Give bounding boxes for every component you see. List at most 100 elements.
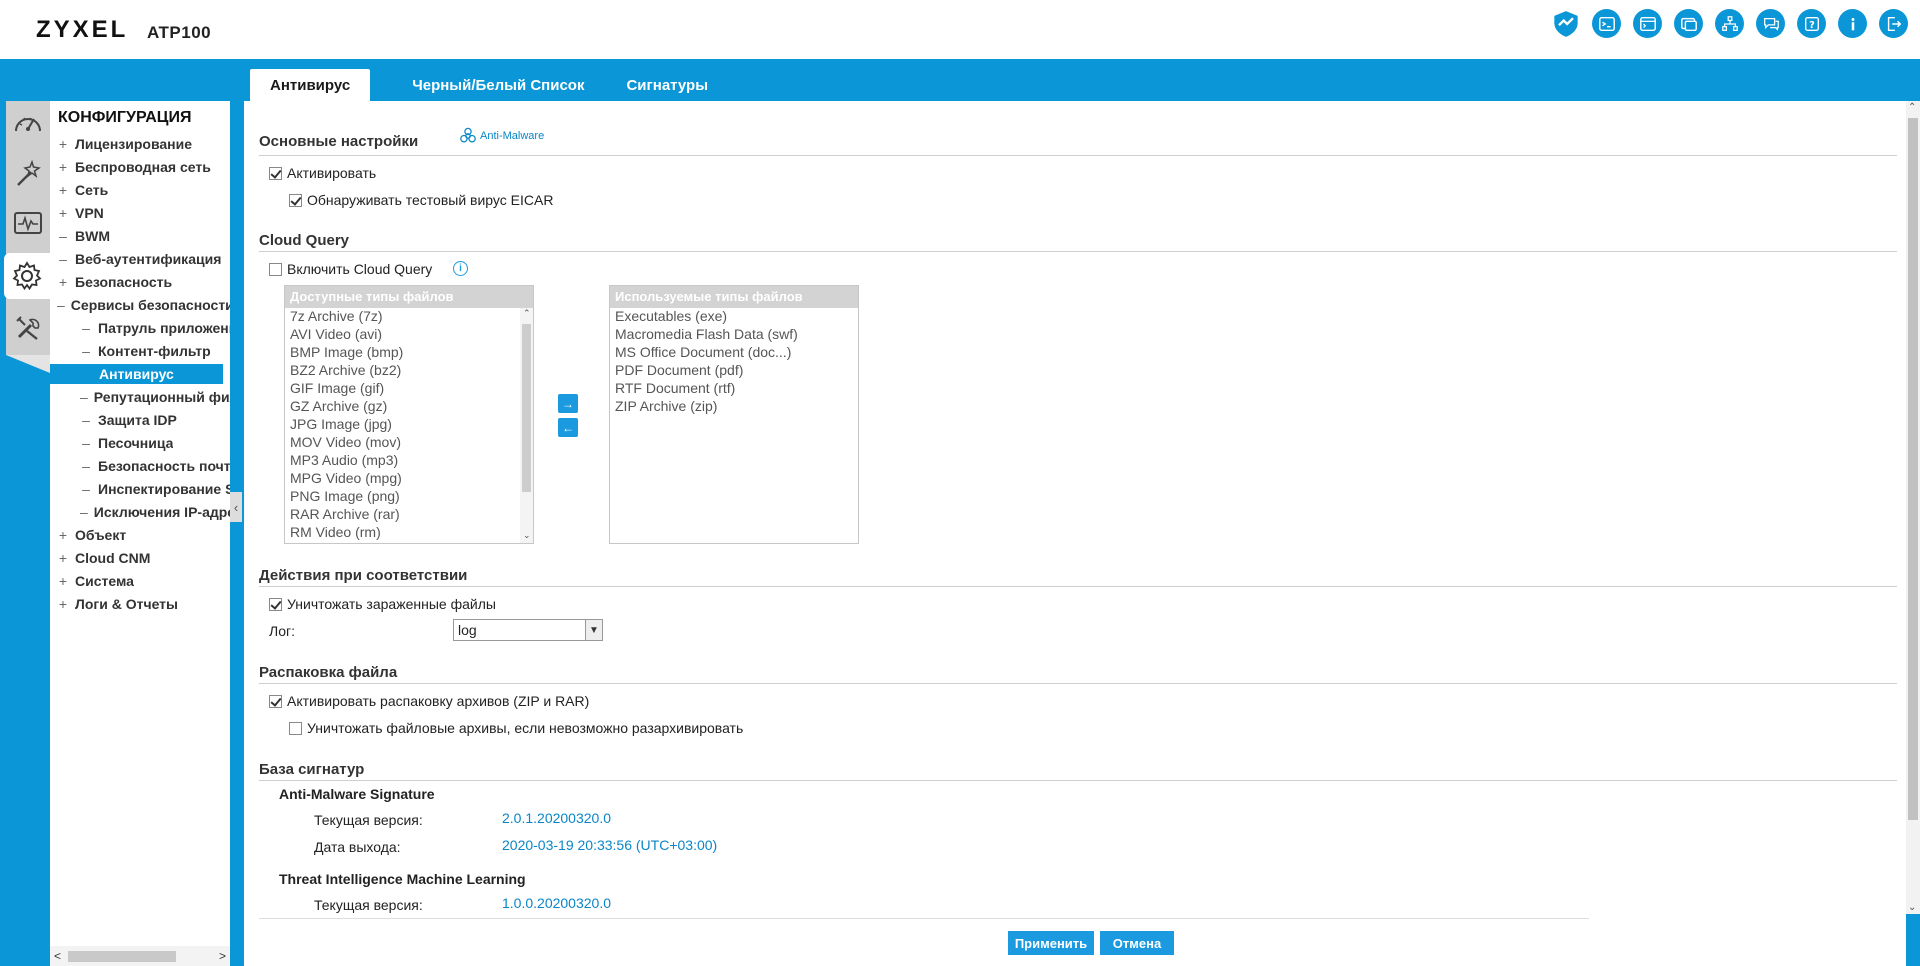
info-icon[interactable] <box>1838 9 1867 38</box>
list-item[interactable]: Executables (exe) <box>610 308 858 326</box>
shield-icon[interactable] <box>1551 9 1580 38</box>
chevron-down-icon[interactable]: ⌄ <box>523 530 531 541</box>
am-version-value: 2.0.1.20200320.0 <box>502 810 611 826</box>
checkbox-box[interactable] <box>269 166 282 180</box>
list-item[interactable]: JPG Image (jpg) <box>285 416 533 434</box>
list-item[interactable]: RTF Document (rtf) <box>610 380 858 398</box>
sidebar-item-label: Безопасность почты <box>98 458 230 474</box>
configuration-gear-icon[interactable] <box>4 253 50 299</box>
checkbox-box[interactable] <box>269 262 282 276</box>
eicar-checkbox[interactable]: Обнаруживать тестовый вирус EICAR <box>289 192 553 208</box>
list-item[interactable]: AVI Video (avi) <box>285 326 533 344</box>
divider <box>259 155 1897 156</box>
browser-window-icon[interactable] <box>1674 9 1703 38</box>
sidebar-item[interactable]: – Защита IDP <box>80 410 177 430</box>
scroll-left-icon[interactable]: < <box>54 949 61 963</box>
sidebar-item[interactable]: + Беспроводная сеть <box>57 157 211 177</box>
unpack-archives-checkbox[interactable]: Активировать распаковку архивов (ZIP и R… <box>269 693 589 709</box>
logout-icon[interactable] <box>1879 9 1908 38</box>
checkbox-box[interactable] <box>289 193 302 207</box>
chevron-down-icon[interactable]: ▼ <box>585 620 602 640</box>
sidebar-item[interactable]: – Сервисы безопасности <box>57 295 230 315</box>
sidebar-item[interactable]: + Логи & Отчеты <box>57 594 178 614</box>
sidebar-item[interactable]: –Патруль приложений <box>80 318 230 338</box>
list-item[interactable]: GIF Image (gif) <box>285 380 533 398</box>
network-map-icon[interactable] <box>1715 9 1744 38</box>
scrollbar-thumb[interactable] <box>68 951 176 962</box>
collapse-icon: – <box>82 481 90 497</box>
destroy-archives-checkbox[interactable]: Уничтожать файловые архивы, если невозмо… <box>289 720 743 736</box>
info-icon[interactable]: i <box>453 261 468 276</box>
cloud-query-checkbox[interactable]: Включить Cloud Query <box>269 261 432 277</box>
sidebar-item[interactable]: + Cloud CNM <box>57 548 151 568</box>
tab-blacklist-whitelist[interactable]: Черный/Белый Список <box>392 69 604 102</box>
list-item[interactable]: ZIP Archive (zip) <box>610 398 858 416</box>
maintenance-tools-icon[interactable] <box>6 305 50 351</box>
chevron-down-icon[interactable]: ⌄ <box>1908 902 1916 913</box>
monitor-icon[interactable] <box>6 201 50 247</box>
list-scrollbar[interactable]: ⌃ ⌄ <box>520 308 533 543</box>
activate-label: Активировать <box>287 165 377 181</box>
collapse-panel-button[interactable]: ‹ <box>230 492 242 522</box>
list-item[interactable]: RM Video (rm) <box>285 524 533 542</box>
remove-file-type-button[interactable]: ← <box>558 418 578 437</box>
activate-checkbox[interactable]: Активировать <box>269 165 376 181</box>
sidebar-item[interactable]: – Веб-аутентификация <box>57 249 221 269</box>
help-icon[interactable]: ? <box>1797 9 1826 38</box>
sidebar-item[interactable]: + Лицензирование <box>57 134 192 154</box>
list-item[interactable]: MPG Video (mpg) <box>285 470 533 488</box>
sidebar-item[interactable]: – BWM <box>57 226 110 246</box>
list-item[interactable]: PDF Document (pdf) <box>610 362 858 380</box>
scrollbar-thumb[interactable] <box>1908 118 1918 820</box>
cloud-query-label: Включить Cloud Query <box>287 261 433 277</box>
add-file-type-button[interactable]: → <box>558 394 578 413</box>
sidebar-item[interactable]: Антивирус <box>50 364 223 384</box>
sidebar-item[interactable]: – Безопасность почты <box>80 456 230 476</box>
sidebar-item[interactable]: –Репутационный фильтр <box>80 387 230 407</box>
list-item[interactable]: MOV Video (mov) <box>285 434 533 452</box>
sidebar-item[interactable]: + Система <box>57 571 134 591</box>
log-select[interactable]: log ▼ <box>453 619 603 641</box>
used-file-types-list[interactable]: Используемые типы файлов Executables (ex… <box>609 285 859 544</box>
apply-button[interactable]: Применить <box>1008 931 1094 955</box>
scroll-right-icon[interactable]: > <box>219 949 226 963</box>
cli-icon[interactable] <box>1633 9 1662 38</box>
destroy-infected-checkbox[interactable]: Уничтожать зараженные файлы <box>269 596 496 612</box>
list-item[interactable]: Macromedia Flash Data (swf) <box>610 326 858 344</box>
checkbox-box[interactable] <box>289 721 302 735</box>
list-item[interactable]: PNG Image (png) <box>285 488 533 506</box>
available-file-types-list[interactable]: Доступные типы файлов 7z Archive (7z) AVI… <box>284 285 534 544</box>
sidebar-item-label: Сервисы безопасности <box>70 297 230 313</box>
list-item[interactable]: 7z Archive (7z) <box>285 308 533 326</box>
section-sigdb-title: База сигнатур <box>259 761 365 778</box>
chevron-up-icon[interactable]: ⌃ <box>523 308 531 319</box>
tab-signatures[interactable]: Сигнатуры <box>606 69 728 102</box>
console-icon[interactable] <box>1592 9 1621 38</box>
chevron-up-icon[interactable]: ⌃ <box>1908 102 1916 113</box>
checkbox-box[interactable] <box>269 597 282 611</box>
content-vertical-scrollbar[interactable]: ⌃ ⌄ <box>1906 101 1920 914</box>
list-item[interactable]: GZ Archive (gz) <box>285 398 533 416</box>
sidebar-item[interactable]: + Объект <box>57 525 126 545</box>
sidebar-item[interactable]: –Исключения IP-адресов <box>80 502 230 522</box>
cancel-button[interactable]: Отмена <box>1100 931 1174 955</box>
sidebar-item[interactable]: – Песочница <box>80 433 173 453</box>
divider <box>259 251 1897 252</box>
list-item[interactable]: BZ2 Archive (bz2) <box>285 362 533 380</box>
list-item[interactable]: RAR Archive (rar) <box>285 506 533 524</box>
wizard-icon[interactable] <box>6 151 50 197</box>
chat-icon[interactable] <box>1756 9 1785 38</box>
sidebar-item[interactable]: + Безопасность <box>57 272 172 292</box>
sidebar-item[interactable]: – Контент-фильтр <box>80 341 211 361</box>
tab-antivirus[interactable]: Антивирус <box>250 69 371 102</box>
sidebar-item[interactable]: –Инспектирование SSL <box>80 479 230 499</box>
list-item[interactable]: BMP Image (bmp) <box>285 344 533 362</box>
dashboard-icon[interactable] <box>6 101 50 147</box>
sidebar-item[interactable]: + VPN <box>57 203 104 223</box>
sidebar-item[interactable]: + Сеть <box>57 180 108 200</box>
list-item[interactable]: MS Office Document (doc...) <box>610 344 858 362</box>
nav-horizontal-scrollbar[interactable]: < > <box>50 946 230 966</box>
scrollbar-thumb[interactable] <box>522 324 531 492</box>
list-item[interactable]: MP3 Audio (mp3) <box>285 452 533 470</box>
checkbox-box[interactable] <box>269 694 282 708</box>
